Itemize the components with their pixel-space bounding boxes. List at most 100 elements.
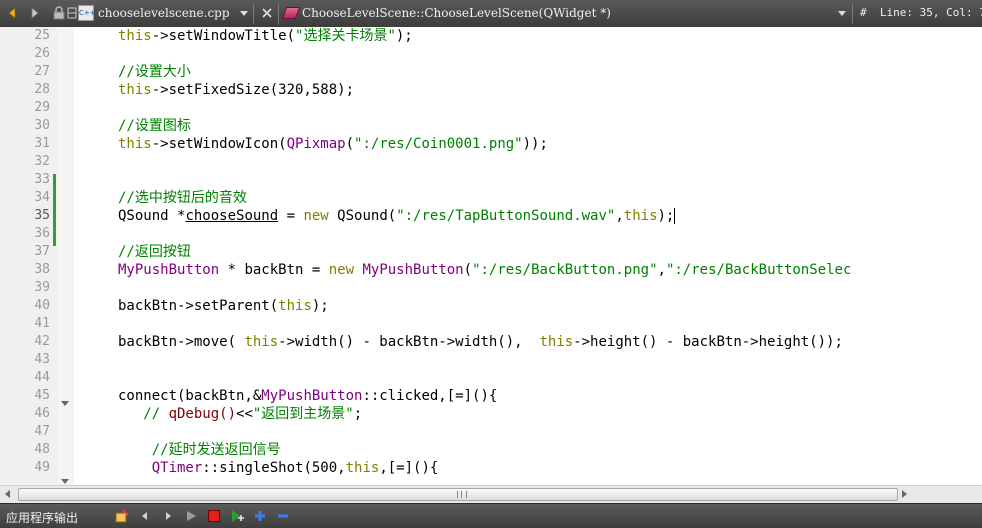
class-symbol-icon	[281, 7, 301, 19]
chevron-down-icon	[240, 10, 248, 16]
run-icon[interactable]	[183, 508, 199, 524]
code-token: );	[395, 28, 413, 44]
file-selector[interactable]: C++ chooselevelscene.cpp	[78, 3, 250, 23]
code-token: ,	[657, 262, 666, 278]
scrollbar-thumb[interactable]	[18, 488, 898, 501]
code-token: this	[244, 334, 279, 350]
code-line: MyPushButton * backBtn = new MyPushButto…	[118, 261, 851, 279]
line-number: 36	[34, 226, 50, 241]
code-line: this->setWindowTitle("选择关卡场景");	[118, 27, 851, 45]
scroll-right-icon[interactable]	[902, 490, 907, 498]
line-number: 48	[34, 442, 50, 457]
code-editor[interactable]: 25 26 27 28 29 30 31 32 33 34 35 36 37 3…	[0, 27, 982, 485]
code-comment: //设置图标	[118, 118, 191, 134]
stop-icon[interactable]	[206, 508, 222, 524]
cpp-file-icon: C++	[78, 5, 96, 21]
code-line: this->setFixedSize(320,588);	[118, 81, 851, 99]
line-number: 49	[34, 460, 50, 475]
code-token: this	[118, 28, 152, 44]
code-token: this	[345, 460, 380, 476]
line-number: 45	[34, 388, 50, 403]
code-token: =	[278, 208, 304, 224]
zoom-in-icon[interactable]	[252, 508, 268, 524]
code-comment: //选中按钮后的音效	[118, 190, 247, 206]
output-pane-title: 应用程序输出	[6, 511, 79, 525]
forward-arrow-icon[interactable]	[25, 4, 43, 22]
code-token: "返回到主场景"	[252, 406, 354, 422]
code-token: "选择关卡场景"	[295, 28, 396, 44]
code-token: this	[118, 136, 152, 152]
line-number: 38	[34, 262, 50, 277]
fold-toggle-icon[interactable]	[61, 401, 69, 406]
close-icon[interactable]	[258, 4, 276, 22]
line-number: 34	[34, 190, 50, 205]
code-token: new	[328, 262, 355, 278]
code-token: ,	[615, 208, 624, 224]
line-number: 30	[34, 118, 50, 133]
horizontal-scrollbar[interactable]	[0, 485, 982, 503]
back-arrow-icon[interactable]	[4, 4, 22, 22]
symbol-name: ChooseLevelScene::ChooseLevelScene(QWidg…	[302, 6, 611, 20]
code-token: QSound(	[328, 208, 397, 224]
code-token: QTimer	[151, 460, 203, 476]
scroll-left-icon[interactable]	[5, 490, 10, 498]
previous-icon[interactable]	[137, 508, 153, 524]
code-token: <<	[236, 406, 253, 422]
line-number-gutter: 25 26 27 28 29 30 31 32 33 34 35 36 37 3…	[0, 27, 58, 485]
code-token: * backBtn =	[219, 262, 329, 278]
code-token: MyPushButton	[118, 262, 220, 278]
clear-output-icon[interactable]	[114, 508, 130, 524]
line-col-label: Line: 35, Col: 71	[879, 6, 982, 19]
modified-lines-marker	[53, 174, 56, 246]
code-token: //	[118, 406, 169, 422]
code-text[interactable]: this->setWindowTitle("选择关卡场景"); //设置大小 t…	[118, 27, 851, 477]
toolbar-separator	[253, 3, 254, 24]
code-token: this	[278, 298, 312, 314]
code-token: MyPushButton	[362, 262, 464, 278]
code-token: (	[345, 136, 355, 152]
editor-toolbar: C++ chooselevelscene.cpp ChooseLevelScen…	[0, 0, 982, 28]
code-token: QPixmap	[286, 136, 346, 152]
code-line: // qDebug()<<"返回到主场景";	[118, 405, 851, 423]
code-token: new	[303, 208, 329, 224]
line-number: 26	[34, 46, 50, 61]
code-token: );	[657, 208, 675, 224]
code-token: backBtn->move(	[118, 334, 245, 350]
code-token: ::clicked,[=](){	[362, 388, 498, 404]
current-code-line: QSound *chooseSound = new QSound(":/res/…	[118, 207, 851, 225]
code-token: ,[=](){	[379, 460, 439, 476]
line-number: 31	[34, 136, 50, 151]
code-token: ->setFixedSize(320,588);	[151, 82, 355, 98]
code-comment: //返回按钮	[118, 244, 191, 260]
code-token: ":/res/BackButton.png"	[472, 262, 658, 278]
line-number: 25	[34, 28, 50, 43]
grip-icon	[457, 491, 467, 498]
code-token: ));	[522, 136, 548, 152]
code-line: connect(backBtn,&MyPushButton::clicked,[…	[118, 387, 851, 405]
fold-toggle-icon[interactable]	[61, 479, 69, 484]
code-token: ::singleShot(500,	[202, 460, 346, 476]
code-token: ":/res/TapButtonSound.wav"	[396, 208, 616, 224]
toolbar-separator	[852, 3, 853, 24]
line-number: 43	[34, 352, 50, 367]
symbol-selector[interactable]: ChooseLevelScene::ChooseLevelScene(QWidg…	[280, 3, 850, 23]
code-line: this->setWindowIcon(QPixmap(":/res/Coin0…	[118, 135, 851, 153]
line-number: 28	[34, 82, 50, 97]
line-number: 47	[34, 424, 50, 439]
fold-margin[interactable]	[58, 27, 74, 485]
split-icon[interactable]	[66, 4, 78, 22]
line-number: 41	[34, 316, 50, 331]
next-icon[interactable]	[160, 508, 176, 524]
zoom-out-icon[interactable]	[275, 508, 291, 524]
code-comment: //延时发送返回信号	[118, 442, 281, 458]
attach-icon[interactable]	[229, 508, 245, 524]
